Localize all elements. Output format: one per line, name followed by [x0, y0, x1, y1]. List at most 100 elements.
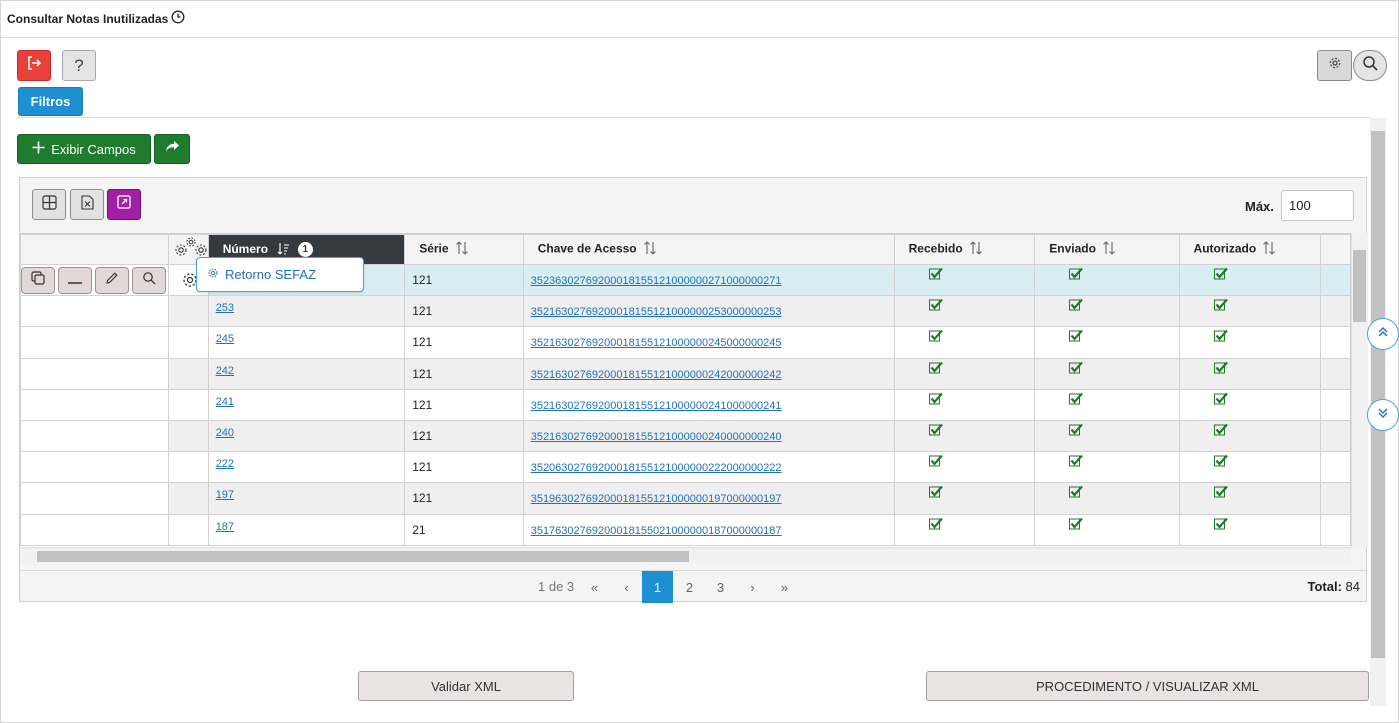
- page-vertical-scroll-thumb[interactable]: [1371, 131, 1385, 658]
- numero-link[interactable]: 240: [216, 427, 234, 439]
- autorizado-cell: [1178, 263, 1322, 297]
- check-icon: [928, 298, 943, 314]
- numero-link[interactable]: 241: [216, 396, 234, 408]
- grid-layout-button[interactable]: [32, 189, 66, 220]
- row-gear-cell: [168, 419, 209, 453]
- prev-page-button[interactable]: ‹: [611, 571, 642, 603]
- table-row[interactable]: 240 121 3521630276920001815512100000024000…: [20, 419, 1351, 453]
- check-icon: [1213, 423, 1228, 439]
- filters-button[interactable]: Filtros: [18, 87, 83, 116]
- table-row[interactable]: 241 121 3521630276920001815512100000024100…: [20, 388, 1351, 421]
- table-row[interactable]: 222 121 3520630276920001815512100000022200…: [20, 451, 1351, 484]
- grid-vertical-scroll-thumb[interactable]: [1353, 250, 1366, 322]
- numero-cell: 241: [207, 388, 406, 421]
- show-fields-button[interactable]: Exibir Campos: [17, 134, 151, 164]
- chave-link[interactable]: 3521630276920001815512100000024500000024…: [531, 337, 782, 349]
- remove-button[interactable]: [58, 267, 92, 294]
- export-excel-button[interactable]: [70, 189, 104, 220]
- header-autorizado[interactable]: Autorizado: [1178, 234, 1322, 265]
- overflow-cell: [1320, 513, 1351, 546]
- settings-button[interactable]: [1317, 50, 1352, 81]
- row-gear-cell: [168, 295, 209, 328]
- table-row[interactable]: 187 21 35176302769200018155021000000187000…: [20, 513, 1351, 546]
- row-gear-cell: [168, 388, 209, 421]
- last-page-button[interactable]: »: [769, 571, 800, 603]
- copy-icon: [31, 271, 45, 290]
- recebido-cell: [893, 419, 1036, 453]
- clock-icon[interactable]: [171, 10, 185, 29]
- validate-xml-button[interactable]: Validar XML: [358, 671, 574, 701]
- view-button[interactable]: [132, 267, 166, 294]
- first-page-button[interactable]: «: [579, 571, 610, 603]
- row-action-cell: [20, 451, 170, 484]
- header-chave[interactable]: Chave de Acesso: [522, 234, 895, 265]
- chave-link[interactable]: 3519630276920001815512100000019700000019…: [531, 493, 782, 505]
- chave-cell: 3519630276920001815512100000019700000019…: [522, 482, 895, 515]
- sort-icon: [969, 241, 983, 258]
- table-row[interactable]: 197 121 3519630276920001815512100000019700…: [20, 482, 1351, 515]
- scroll-to-top-button[interactable]: [1367, 318, 1399, 350]
- row-action-cell: [20, 326, 170, 359]
- chave-link[interactable]: 3523630276920001815512100000027100000027…: [531, 275, 782, 287]
- header-serie[interactable]: Série: [404, 234, 524, 265]
- numero-cell: 187: [207, 513, 406, 546]
- chave-cell: 3517630276920001815502100000018700000018…: [522, 513, 895, 546]
- table-row[interactable]: 253 121 3521630276920001815512100000025300…: [20, 295, 1351, 328]
- header-recebido[interactable]: Recebido: [893, 234, 1036, 265]
- enviado-cell: [1034, 513, 1180, 546]
- check-icon: [1069, 329, 1084, 345]
- chave-link[interactable]: 3521630276920001815512100000024200000024…: [531, 369, 782, 381]
- numero-link[interactable]: 245: [216, 333, 234, 345]
- table-row[interactable]: 245 121 3521630276920001815512100000024500…: [20, 326, 1351, 359]
- chave-link[interactable]: 3517630276920001815502100000018700000018…: [531, 525, 782, 537]
- copy-button[interactable]: [21, 267, 55, 294]
- sort-icon: [643, 241, 657, 258]
- numero-link[interactable]: 197: [216, 489, 234, 501]
- chave-link[interactable]: 3520630276920001815512100000022200000022…: [531, 462, 782, 474]
- page-2-button[interactable]: 2: [674, 571, 705, 603]
- serie-cell: 121: [404, 388, 524, 421]
- recebido-cell: [893, 513, 1036, 546]
- gear-icon: [207, 267, 219, 282]
- numero-cell: 253: [207, 295, 406, 328]
- retorno-sefaz-menu-item[interactable]: Retorno SEFAZ: [196, 257, 364, 292]
- expand-button[interactable]: [107, 189, 141, 220]
- header-enviado[interactable]: Enviado: [1034, 234, 1180, 265]
- share-icon: [165, 140, 180, 158]
- grid-horizontal-scroll-thumb[interactable]: [37, 551, 689, 562]
- grid-horizontal-scrollbar[interactable]: [20, 547, 1351, 563]
- divider: [17, 117, 1370, 118]
- search-button[interactable]: [1353, 50, 1387, 81]
- sort-asc-icon: [277, 242, 290, 258]
- scroll-to-bottom-button[interactable]: [1367, 399, 1399, 431]
- numero-link[interactable]: 187: [216, 521, 234, 533]
- autorizado-cell: [1178, 326, 1322, 359]
- check-icon: [1069, 485, 1084, 501]
- check-icon: [1213, 298, 1228, 314]
- page-3-button[interactable]: 3: [705, 571, 736, 603]
- serie-cell: 121: [404, 263, 524, 297]
- chave-link[interactable]: 3521630276920001815512100000024000000024…: [531, 431, 782, 443]
- share-button[interactable]: [154, 134, 190, 164]
- total-count: Total: 84: [1307, 579, 1360, 594]
- procedure-view-xml-button[interactable]: PROCEDIMENTO / VISUALIZAR XML: [926, 671, 1369, 701]
- retorno-sefaz-label: Retorno SEFAZ: [225, 267, 317, 282]
- edit-button[interactable]: [95, 267, 129, 294]
- exit-button[interactable]: [17, 50, 51, 81]
- page-1-button[interactable]: 1: [642, 571, 673, 603]
- enviado-cell: [1034, 263, 1180, 297]
- table-row[interactable]: 242 121 3521630276920001815512100000024200…: [20, 357, 1351, 390]
- max-input[interactable]: [1281, 190, 1354, 221]
- numero-link[interactable]: 222: [216, 458, 234, 470]
- serie-cell: 121: [404, 357, 524, 390]
- chave-link[interactable]: 3521630276920001815512100000025300000025…: [531, 306, 782, 318]
- row-action-buttons: [21, 267, 166, 294]
- check-icon: [928, 267, 943, 283]
- chave-link[interactable]: 3521630276920001815512100000024100000024…: [531, 400, 782, 412]
- numero-link[interactable]: 242: [216, 365, 234, 377]
- next-page-button[interactable]: ›: [737, 571, 768, 603]
- check-icon: [1069, 454, 1084, 470]
- help-button[interactable]: ?: [62, 50, 96, 81]
- chave-cell: 3520630276920001815512100000022200000022…: [522, 451, 895, 484]
- numero-link[interactable]: 253: [216, 302, 234, 314]
